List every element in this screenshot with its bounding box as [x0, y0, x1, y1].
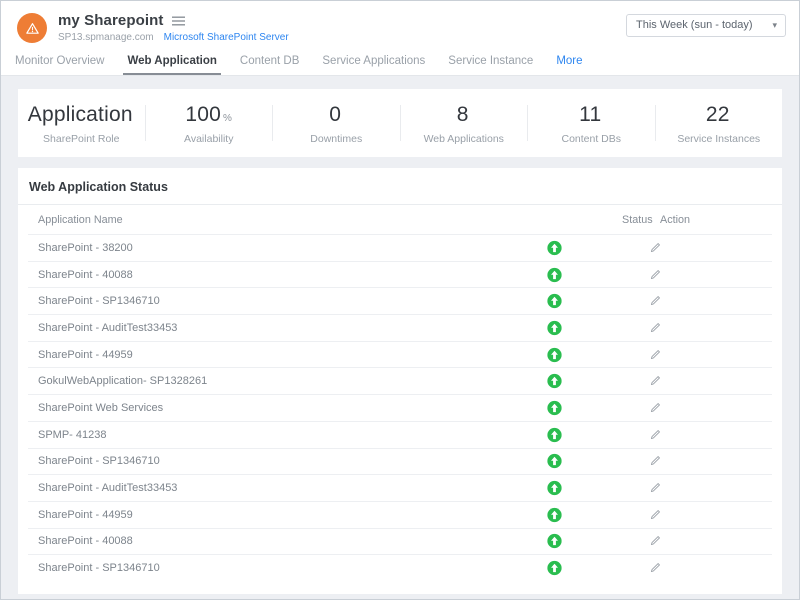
hamburger-menu-icon[interactable] [172, 16, 185, 26]
table-row: SharePoint - SP1346710 [28, 287, 772, 314]
stat-label: Availability [146, 133, 273, 145]
application-name: SharePoint - SP1346710 [38, 455, 160, 467]
status-up-icon [547, 240, 563, 255]
tab-service-applications[interactable]: Service Applications [322, 48, 425, 75]
status-up-icon [547, 294, 563, 309]
tab-monitor-overview[interactable]: Monitor Overview [15, 48, 104, 75]
edit-pencil-icon[interactable] [649, 481, 665, 495]
table-row: GokulWebApplication- SP1328261 [28, 367, 772, 394]
chevron-down-icon: ▾ [772, 15, 777, 36]
status-up-icon [547, 374, 563, 389]
tab-bar: Monitor Overview Web Application Content… [1, 48, 799, 76]
stat-content-dbs: 11 Content DBs [528, 101, 655, 145]
status-up-icon [547, 267, 563, 282]
status-up-icon [547, 427, 563, 442]
stat-value: 11 [579, 103, 601, 126]
warning-triangle-icon [17, 13, 47, 43]
status-up-icon [547, 454, 563, 469]
status-up-icon [547, 400, 563, 415]
application-name: SharePoint - SP1346710 [38, 295, 160, 307]
edit-pencil-icon[interactable] [649, 241, 665, 255]
host-name: SP13.spmanage.com [58, 32, 154, 43]
table-row: SharePoint - 44959 [28, 341, 772, 368]
table-row: SharePoint - AuditTest33453 [28, 314, 772, 341]
table-row: SharePoint - SP1346710 [28, 448, 772, 475]
edit-pencil-icon[interactable] [649, 268, 665, 282]
application-name: SPMP- 41238 [38, 429, 106, 441]
edit-pencil-icon[interactable] [649, 348, 665, 362]
stat-value: 0 [329, 103, 341, 126]
edit-pencil-icon[interactable] [649, 534, 665, 548]
column-header-action: Action [660, 214, 690, 226]
stat-label: Content DBs [528, 133, 655, 145]
header: my Sharepoint SP13.spmanage.com Microsof… [1, 1, 799, 48]
page-title: my Sharepoint [58, 12, 164, 29]
application-name: SharePoint - AuditTest33453 [38, 482, 177, 494]
application-name: SharePoint - AuditTest33453 [38, 322, 177, 334]
table-row: SharePoint - AuditTest33453 [28, 474, 772, 501]
stat-label: SharePoint Role [18, 133, 145, 145]
web-application-status-panel: Web Application Status Application Name … [18, 168, 782, 594]
column-header-application-name: Application Name [38, 214, 123, 226]
application-name: SharePoint - 44959 [38, 349, 133, 361]
edit-pencil-icon[interactable] [649, 321, 665, 335]
table-row: SharePoint - 44959 [28, 501, 772, 528]
status-up-icon [547, 534, 563, 549]
table-row: SharePoint - 38200 [28, 234, 772, 261]
table-row: SharePoint - SP1346710 [28, 554, 772, 581]
app-window: my Sharepoint SP13.spmanage.com Microsof… [0, 0, 800, 600]
edit-pencil-icon[interactable] [649, 294, 665, 308]
stat-label: Downtimes [273, 133, 400, 145]
period-selector-value: This Week (sun - today) [636, 19, 753, 31]
application-name: SharePoint - 40088 [38, 535, 133, 547]
stat-sharepoint-role: Application SharePoint Role [18, 101, 145, 145]
table-header: Application Name Status Action [28, 205, 772, 234]
stat-label: Service Instances [656, 133, 783, 145]
table-row: SharePoint - 40088 [28, 261, 772, 288]
column-header-status: Status [622, 214, 653, 226]
stat-label: Web Applications [401, 133, 528, 145]
stat-value: 100 [185, 103, 221, 126]
edit-pencil-icon[interactable] [649, 401, 665, 415]
stat-value: 22 [706, 103, 730, 126]
application-name: SharePoint - 44959 [38, 509, 133, 521]
stat-web-applications: 8 Web Applications [401, 101, 528, 145]
edit-pencil-icon[interactable] [649, 428, 665, 442]
status-up-icon [547, 561, 563, 576]
stat-downtimes: 0 Downtimes [273, 101, 400, 145]
period-selector[interactable]: This Week (sun - today) ▾ [626, 14, 786, 37]
server-type-link[interactable]: Microsoft SharePoint Server [164, 32, 289, 43]
application-name: GokulWebApplication- SP1328261 [38, 375, 207, 387]
panel-title: Web Application Status [18, 168, 782, 204]
table-row: SharePoint Web Services [28, 394, 772, 421]
application-name: SharePoint - 40088 [38, 269, 133, 281]
application-name: SharePoint - 38200 [38, 242, 133, 254]
application-name: SharePoint Web Services [38, 402, 163, 414]
edit-pencil-icon[interactable] [649, 374, 665, 388]
table-row: SPMP- 41238 [28, 421, 772, 448]
table-body: SharePoint - 38200 SharePoint - 40088 Shar… [28, 234, 772, 581]
edit-pencil-icon[interactable] [649, 561, 665, 575]
status-up-icon [547, 507, 563, 522]
tab-service-instance[interactable]: Service Instance [448, 48, 533, 75]
edit-pencil-icon[interactable] [649, 454, 665, 468]
stat-value: 8 [457, 103, 469, 126]
status-up-icon [547, 347, 563, 362]
stat-service-instances: 22 Service Instances [656, 101, 783, 145]
summary-stats-panel: Application SharePoint Role 100% Availab… [18, 89, 782, 157]
tab-web-application[interactable]: Web Application [127, 48, 216, 75]
stat-value: Application [28, 103, 133, 126]
tab-content-db[interactable]: Content DB [240, 48, 299, 75]
monitor-titles: my Sharepoint SP13.spmanage.com Microsof… [58, 12, 289, 43]
application-name: SharePoint - SP1346710 [38, 562, 160, 574]
table-row: SharePoint - 40088 [28, 528, 772, 555]
status-up-icon [547, 481, 563, 496]
tab-more[interactable]: More [556, 48, 582, 75]
status-up-icon [547, 320, 563, 335]
edit-pencil-icon[interactable] [649, 508, 665, 522]
stat-availability: 100% Availability [146, 101, 273, 145]
